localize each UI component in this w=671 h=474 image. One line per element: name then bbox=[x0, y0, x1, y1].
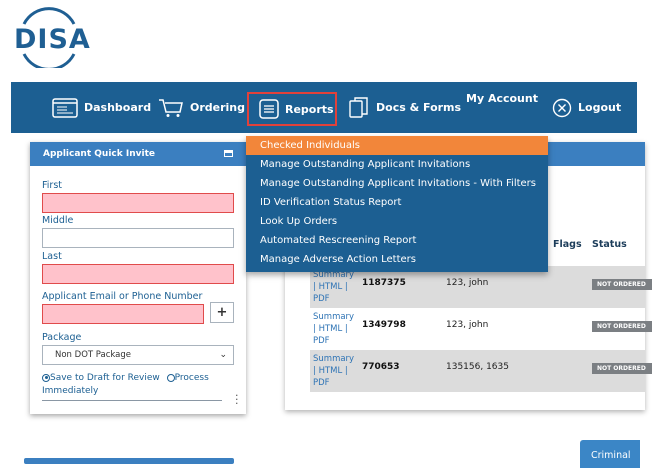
menu-item-manage-invitations[interactable]: Manage Outstanding Applicant Invitations bbox=[246, 155, 548, 174]
documents-icon bbox=[348, 96, 370, 119]
panel-header: Applicant Quick Invite bbox=[30, 142, 246, 166]
package-label: Package bbox=[42, 332, 82, 343]
candidate-name: 123, john bbox=[446, 320, 489, 330]
nav-ordering[interactable]: Ordering bbox=[158, 82, 245, 133]
nav-logout-label: Logout bbox=[578, 101, 622, 114]
pdf-link[interactable]: PDF bbox=[313, 336, 330, 346]
cart-icon bbox=[158, 98, 184, 118]
panel-title: Applicant Quick Invite bbox=[43, 149, 155, 159]
nav-reports[interactable]: Reports bbox=[247, 92, 337, 126]
menu-item-adverse-action-letters[interactable]: Manage Adverse Action Letters bbox=[246, 250, 548, 269]
package-selected-value: Non DOT Package bbox=[55, 350, 132, 360]
middle-name-input[interactable] bbox=[42, 228, 234, 248]
package-select[interactable]: Non DOT Package ⌄ bbox=[42, 345, 234, 365]
contact-label: Applicant Email or Phone Number bbox=[42, 291, 203, 302]
minimize-icon[interactable] bbox=[224, 150, 233, 157]
menu-item-rescreening-report[interactable]: Automated Rescreening Report bbox=[246, 231, 548, 250]
middle-name-label: Middle bbox=[42, 215, 74, 226]
status-badge: NOT ORDERED bbox=[592, 321, 652, 332]
nav-my-account-label: My Account bbox=[466, 91, 538, 105]
nav-reports-label: Reports bbox=[285, 102, 334, 116]
contact-input[interactable] bbox=[42, 304, 204, 324]
menu-item-checked-individuals[interactable]: Checked Individuals bbox=[246, 136, 548, 155]
summary-link[interactable]: Summary bbox=[313, 312, 354, 322]
save-draft-radio[interactable] bbox=[42, 373, 50, 382]
close-circle-icon bbox=[552, 98, 572, 118]
panel-header-partial bbox=[24, 458, 234, 464]
report-links: Summary | HTML | PDF bbox=[313, 311, 354, 347]
menu-item-look-up-orders[interactable]: Look Up Orders bbox=[246, 212, 548, 231]
nav-docs-forms[interactable]: Docs & Forms bbox=[348, 82, 461, 133]
process-label: Process bbox=[174, 373, 209, 383]
add-contact-button[interactable]: + bbox=[210, 302, 234, 323]
tab-criminal[interactable]: Criminal bbox=[580, 440, 640, 468]
nav-dashboard-label: Dashboard bbox=[84, 101, 152, 114]
table-row: Summary | HTML | PDF 770653 135156, 1635… bbox=[310, 350, 652, 392]
reports-list-icon bbox=[259, 99, 279, 119]
order-number: 1349798 bbox=[362, 320, 406, 330]
vertical-dots-icon[interactable]: · · · bbox=[235, 390, 239, 409]
process-radio[interactable] bbox=[166, 373, 175, 382]
process-label-cont: Immediately bbox=[42, 386, 99, 396]
last-name-label: Last bbox=[42, 251, 62, 262]
disa-logo[interactable]: DISA bbox=[8, 6, 92, 68]
html-link[interactable]: | HTML | bbox=[313, 324, 348, 334]
save-draft-label: Save to Draft for Review bbox=[50, 373, 160, 383]
status-badge: NOT ORDERED bbox=[592, 279, 652, 290]
divider bbox=[42, 400, 222, 401]
report-links: Summary | HTML | PDF bbox=[313, 269, 354, 305]
pdf-link[interactable]: PDF bbox=[313, 378, 330, 388]
order-number: 770653 bbox=[362, 362, 400, 372]
order-number: 1187375 bbox=[362, 278, 406, 288]
report-links: Summary | HTML | PDF bbox=[313, 353, 354, 389]
first-name-label: First bbox=[42, 180, 62, 191]
status-column-header: Status bbox=[592, 239, 627, 250]
chevron-down-icon: ⌄ bbox=[219, 350, 227, 360]
main-navbar: Dashboard Ordering Reports Docs & Forms … bbox=[11, 82, 637, 133]
nav-docs-forms-label: Docs & Forms bbox=[376, 101, 462, 114]
html-link[interactable]: | HTML | bbox=[313, 366, 348, 376]
pdf-link[interactable]: PDF bbox=[313, 294, 330, 304]
candidate-name: 135156, 1635 bbox=[446, 362, 509, 372]
html-link[interactable]: | HTML | bbox=[313, 282, 348, 292]
candidate-name: 123, john bbox=[446, 278, 489, 288]
first-name-input[interactable] bbox=[42, 193, 234, 213]
nav-my-account[interactable]: My Account bbox=[466, 80, 538, 116]
last-name-input[interactable] bbox=[42, 264, 234, 284]
logo-text: DISA bbox=[14, 24, 91, 55]
table-row: Summary | HTML | PDF 1349798 123, john N… bbox=[310, 308, 652, 350]
menu-item-id-verification-report[interactable]: ID Verification Status Report bbox=[246, 193, 548, 212]
submit-option-group: Save to Draft for Review Process Immedia… bbox=[42, 372, 242, 398]
menu-item-manage-invitations-filters[interactable]: Manage Outstanding Applicant Invitations… bbox=[246, 174, 548, 193]
nav-ordering-label: Ordering bbox=[190, 101, 246, 114]
table-row: Summary | HTML | PDF 1187375 123, john N… bbox=[310, 266, 652, 308]
applicant-quick-invite-panel: Applicant Quick Invite First Middle Last… bbox=[30, 142, 246, 414]
nav-logout[interactable]: Logout bbox=[552, 82, 621, 133]
nav-dashboard[interactable]: Dashboard bbox=[52, 82, 151, 133]
reports-dropdown-menu: Checked Individuals Manage Outstanding A… bbox=[246, 136, 548, 272]
status-badge: NOT ORDERED bbox=[592, 363, 652, 374]
dashboard-icon bbox=[52, 97, 78, 118]
flags-column-header: Flags bbox=[553, 239, 582, 250]
summary-link[interactable]: Summary bbox=[313, 354, 354, 364]
